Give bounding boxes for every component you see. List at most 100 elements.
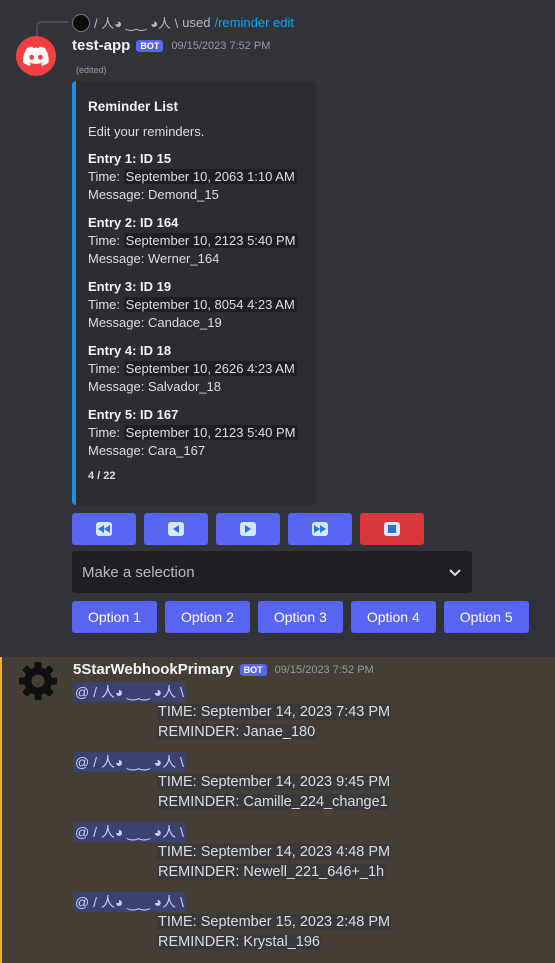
reminder-name-line: REMINDER: Krystal_196	[157, 932, 391, 952]
message-label: Message:	[88, 379, 145, 394]
user-mention[interactable]: @ / 人◕ ‿‿ ◕人 \	[73, 892, 186, 912]
message-header: test-app BOT 09/15/2023 7:52 PM	[72, 37, 270, 54]
timestamp[interactable]: 09/15/2023 7:52 PM	[171, 40, 270, 52]
stop-button[interactable]	[360, 513, 424, 545]
reminder-time-line: TIME: September 14, 2023 7:43 PM	[157, 702, 392, 722]
reminder-entry: Entry 1: ID 15 Time: September 10, 2063 …	[88, 150, 302, 204]
entry-time: September 10, 2626 4:23 AM	[123, 361, 297, 376]
reminder-time-line: TIME: September 15, 2023 2:48 PM	[157, 912, 392, 932]
last-page-button[interactable]	[288, 513, 352, 545]
reminder-entry: Entry 5: ID 167 Time: September 10, 2123…	[88, 406, 302, 460]
reminder-entry: Entry 3: ID 19 Time: September 10, 8054 …	[88, 278, 302, 332]
webhook-message-highlighted: 5StarWebhookPrimary BOT 09/15/2023 7:52 …	[0, 657, 555, 963]
reminder-block: @ / 人◕ ‿‿ ◕人 \ TIME: September 14, 2023 …	[73, 752, 392, 812]
username[interactable]: 5StarWebhookPrimary	[73, 661, 234, 678]
reminder-time-line: TIME: September 14, 2023 9:45 PM	[157, 772, 392, 792]
reminder-time: September 14, 2023 9:45 PM	[200, 774, 391, 790]
user-mention[interactable]: @ / 人◕ ‿‿ ◕人 \	[73, 682, 186, 702]
time-label: Time:	[88, 425, 121, 440]
first-page-button[interactable]	[72, 513, 136, 545]
time-label: Time:	[88, 297, 121, 312]
bot-tag: BOT	[239, 663, 267, 676]
reminder-block: @ / 人◕ ‿‿ ◕人 \ TIME: September 14, 2023 …	[73, 822, 392, 882]
bot-message: / 人◕ ‿‿ ◕人 \ used /reminder edit test-ap…	[0, 0, 555, 657]
first-page-icon	[96, 522, 112, 536]
entry-time: September 10, 8054 4:23 AM	[123, 297, 297, 312]
user-avatar-icon[interactable]	[72, 13, 90, 32]
embed-footer-page: 4 / 22	[88, 470, 116, 482]
entry-message: Salvador_18	[148, 379, 221, 394]
entry-title: Entry 2: ID 164	[88, 215, 179, 230]
command-reply-context[interactable]: / 人◕ ‿‿ ◕人 \ used /reminder edit	[72, 13, 294, 32]
reminder-block: @ / 人◕ ‿‿ ◕人 \ TIME: September 15, 2023 …	[73, 892, 392, 952]
time-label: TIME:	[158, 704, 197, 720]
reminder-label: REMINDER:	[158, 724, 240, 740]
message-label: Message:	[88, 187, 145, 202]
reminder-name: Newell_221_646+_1h	[243, 864, 385, 880]
select-menu[interactable]: Make a selection	[72, 551, 472, 593]
reminder-block: @ / 人◕ ‿‿ ◕人 \ TIME: September 14, 2023 …	[73, 682, 392, 742]
entry-title: Entry 5: ID 167	[88, 407, 179, 422]
entry-title: Entry 3: ID 19	[88, 279, 172, 294]
option-2-button[interactable]: Option 2	[164, 601, 250, 633]
entry-message: Cara_167	[148, 443, 206, 458]
reminder-name: Krystal_196	[243, 934, 320, 950]
stop-icon	[384, 522, 400, 536]
time-label: TIME:	[158, 914, 197, 930]
time-label: Time:	[88, 169, 121, 184]
user-mention[interactable]: @ / 人◕ ‿‿ ◕人 \	[73, 752, 186, 772]
entry-title: Entry 4: ID 18	[88, 343, 172, 358]
reminder-name-line: REMINDER: Janae_180	[157, 722, 391, 742]
reply-username[interactable]: / 人◕ ‿‿ ◕人 \	[94, 13, 178, 32]
option-1-button[interactable]: Option 1	[72, 601, 157, 633]
entry-time: September 10, 2063 1:10 AM	[123, 169, 297, 184]
pagination-buttons	[72, 513, 424, 545]
option-3-button[interactable]: Option 3	[257, 601, 343, 633]
previous-page-button[interactable]	[144, 513, 208, 545]
entry-time: September 10, 2123 5:40 PM	[123, 425, 298, 440]
entry-message: Candace_19	[148, 315, 222, 330]
time-label: Time:	[88, 361, 121, 376]
reminder-label: REMINDER:	[158, 934, 240, 950]
reminder-embed: Reminder List Edit your reminders. Entry…	[72, 81, 316, 505]
user-mention[interactable]: @ / 人◕ ‿‿ ◕人 \	[73, 822, 186, 842]
time-label: TIME:	[158, 844, 197, 860]
edited-label: (edited)	[76, 65, 107, 75]
timestamp[interactable]: 09/15/2023 7:52 PM	[275, 664, 374, 676]
reminder-time: September 14, 2023 7:43 PM	[200, 704, 391, 720]
username[interactable]: test-app	[72, 37, 130, 54]
next-page-button[interactable]	[216, 513, 280, 545]
embed-description: Edit your reminders.	[88, 124, 205, 139]
reminder-entry: Entry 4: ID 18 Time: September 10, 2626 …	[88, 342, 302, 396]
reminder-name-line: REMINDER: Camille_224_change1	[157, 792, 391, 812]
discord-logo-avatar[interactable]	[16, 36, 56, 76]
embed-title: Reminder List	[88, 99, 179, 114]
entry-message: Werner_164	[148, 251, 220, 266]
reminder-time: September 15, 2023 2:48 PM	[200, 914, 391, 930]
previous-page-icon	[168, 522, 184, 536]
entry-message: Demond_15	[148, 187, 219, 202]
reply-command[interactable]: /reminder edit	[214, 15, 293, 30]
reply-connector	[36, 21, 68, 37]
reminder-name: Camille_224_change1	[243, 794, 388, 810]
reminder-name: Janae_180	[243, 724, 316, 740]
option-4-button[interactable]: Option 4	[350, 601, 436, 633]
message-label: Message:	[88, 251, 145, 266]
time-label: Time:	[88, 233, 121, 248]
message-label: Message:	[88, 315, 145, 330]
bot-tag: BOT	[136, 39, 164, 52]
discord-logo-icon	[23, 46, 49, 66]
option-5-button[interactable]: Option 5	[443, 601, 529, 633]
reply-used-text: used	[182, 15, 211, 30]
select-placeholder: Make a selection	[82, 563, 195, 581]
reminder-label: REMINDER:	[158, 864, 240, 880]
option-buttons: Option 1 Option 2 Option 3 Option 4 Opti…	[72, 601, 529, 633]
reminder-entry: Entry 2: ID 164 Time: September 10, 2123…	[88, 214, 302, 268]
reminder-time-line: TIME: September 14, 2023 4:48 PM	[157, 842, 392, 862]
last-page-icon	[312, 522, 328, 536]
time-label: TIME:	[158, 774, 197, 790]
entry-title: Entry 1: ID 15	[88, 151, 172, 166]
gear-icon[interactable]	[18, 661, 58, 701]
message-label: Message:	[88, 443, 145, 458]
reminder-label: REMINDER:	[158, 794, 240, 810]
